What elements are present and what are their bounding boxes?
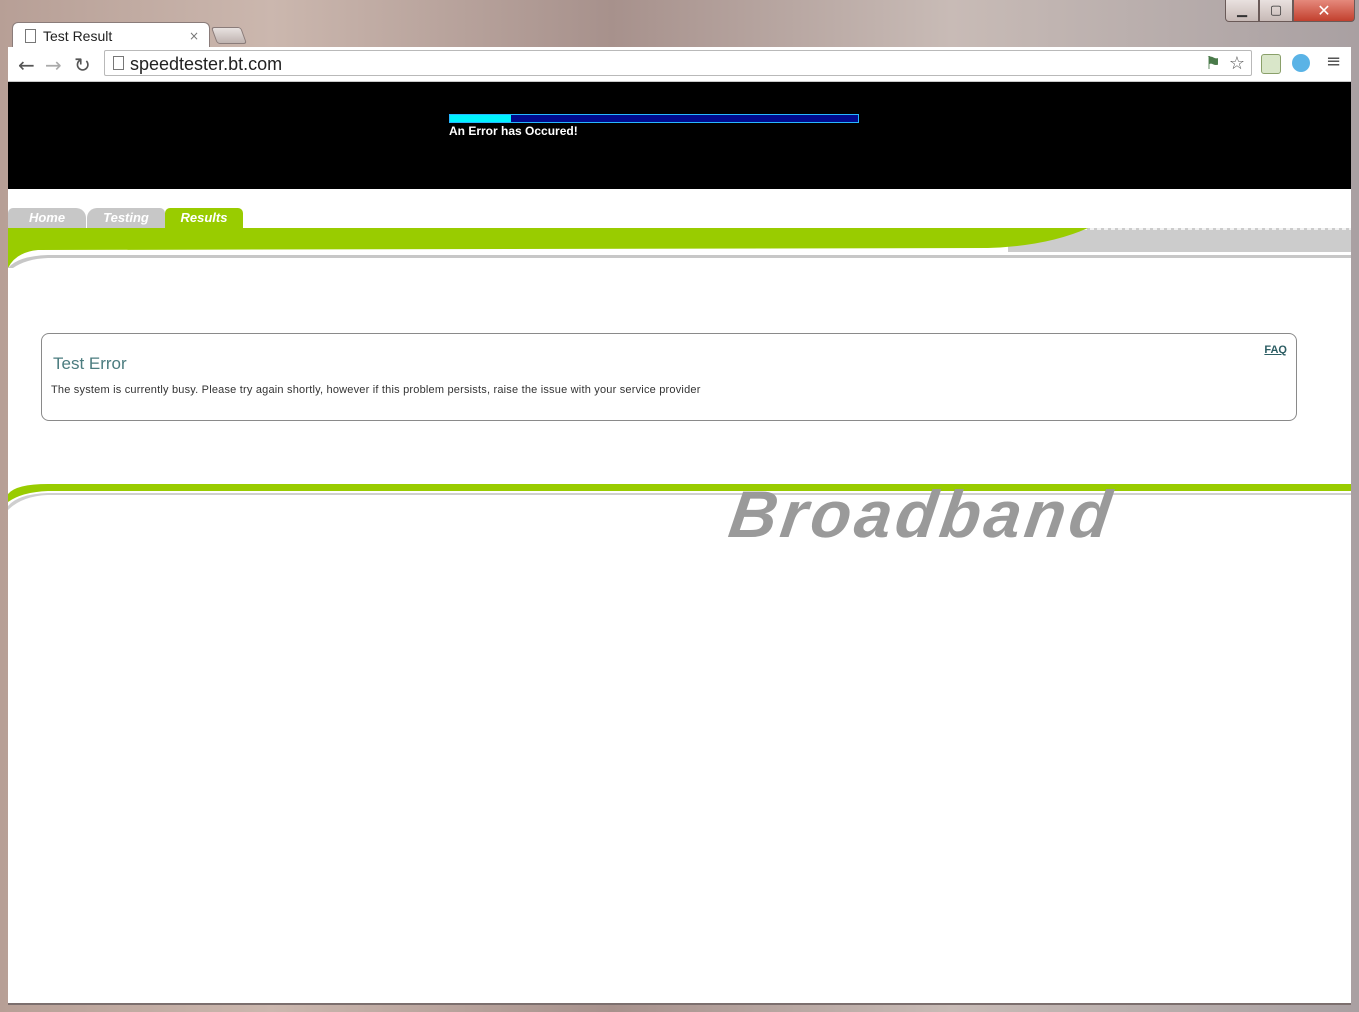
close-icon: ✕ <box>1317 1 1331 20</box>
menu-icon[interactable]: ≡ <box>1326 51 1341 72</box>
header-swoosh <box>8 228 1351 268</box>
flag-icon[interactable]: ⚑ <box>1205 53 1221 74</box>
page-icon <box>25 28 36 43</box>
browser-toolbar: ← → ↻ speedtester.bt.com ⚑ ☆ ≡ <box>8 47 1351 82</box>
banner: An Error has Occured! <box>8 82 1351 189</box>
new-tab-button[interactable] <box>210 27 248 44</box>
broadband-wordmark: Broadband <box>724 477 1120 551</box>
tab-home[interactable]: Home <box>8 208 86 228</box>
page-icon <box>113 56 124 70</box>
window-controls: ▁ ▢ ✕ <box>1225 0 1355 24</box>
page-content: An Error has Occured! Home Testing Resul… <box>8 82 1351 1004</box>
progress-fill <box>450 115 512 122</box>
tab-results[interactable]: Results <box>165 208 243 228</box>
progress-bar <box>449 114 859 123</box>
minimize-icon: ▁ <box>1237 3 1247 18</box>
close-window-button[interactable]: ✕ <box>1293 0 1355 22</box>
window-bottom-edge <box>8 1003 1351 1005</box>
reload-icon[interactable]: ↻ <box>74 53 91 77</box>
extension-icon[interactable] <box>1261 54 1281 74</box>
tab-title: Test Result <box>43 27 113 44</box>
minimize-button[interactable]: ▁ <box>1225 0 1259 22</box>
browser-tab-active[interactable]: Test Result × <box>12 22 210 48</box>
result-title: Test Error <box>53 354 127 373</box>
result-message: The system is currently busy. Please try… <box>51 384 701 396</box>
footer-swoosh <box>8 484 1351 510</box>
forward-arrow-icon[interactable]: → <box>45 53 62 77</box>
url-text: speedtester.bt.com <box>130 54 283 74</box>
bookmark-star-icon[interactable]: ☆ <box>1229 53 1245 74</box>
tab-testing[interactable]: Testing <box>87 208 165 228</box>
tab-close-icon[interactable]: × <box>189 29 199 43</box>
error-message: An Error has Occured! <box>449 124 578 138</box>
maximize-button[interactable]: ▢ <box>1259 0 1293 22</box>
address-bar[interactable]: speedtester.bt.com ⚑ ☆ <box>104 50 1252 76</box>
skype-icon[interactable] <box>1292 54 1310 72</box>
back-arrow-icon[interactable]: ← <box>18 53 35 77</box>
result-panel: Test Error The system is currently busy.… <box>41 333 1297 421</box>
faq-link[interactable]: FAQ <box>1264 344 1287 356</box>
maximize-icon: ▢ <box>1269 3 1283 18</box>
